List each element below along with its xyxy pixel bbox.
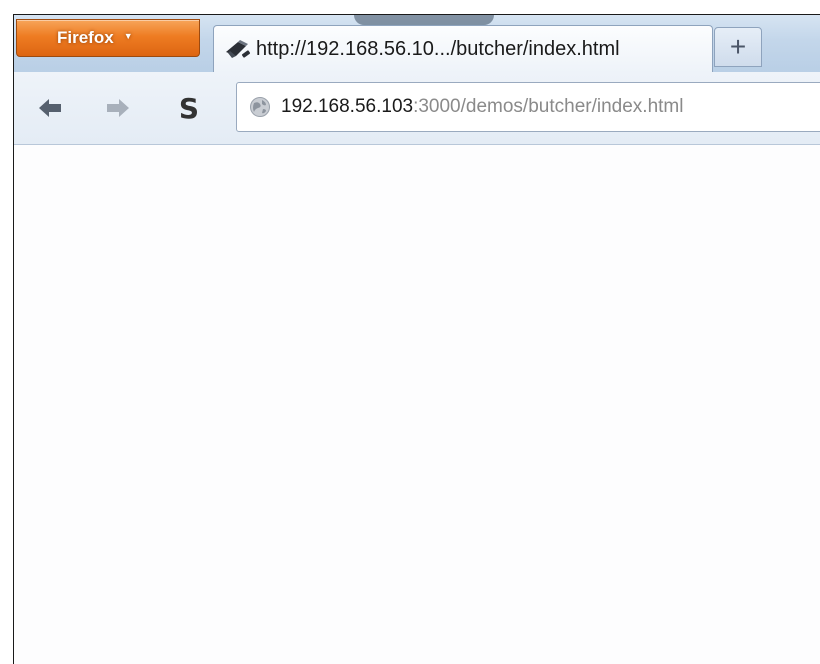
chevron-down-icon: ▼ <box>123 31 133 41</box>
back-button[interactable] <box>32 92 68 124</box>
url-path: :3000/demos/butcher/index.html <box>413 96 684 117</box>
plus-icon: + <box>729 31 747 62</box>
tab-active[interactable]: http://192.168.56.10.../butcher/index.ht… <box>213 25 713 73</box>
page-content[interactable] <box>14 145 820 664</box>
globe-icon <box>250 97 270 117</box>
tab-strip: Firefox ▼ http://192.168.56.10.../butche… <box>14 15 820 73</box>
forward-arrow-icon <box>107 99 129 117</box>
url-bar[interactable]: 192.168.56.103:3000/demos/butcher/index.… <box>236 82 820 132</box>
tab-title: http://192.168.56.10.../butcher/index.ht… <box>256 38 620 60</box>
forward-button[interactable] <box>100 92 136 124</box>
back-arrow-icon <box>39 99 61 117</box>
new-tab-button[interactable]: + <box>714 27 762 67</box>
navigation-toolbar: S 192.168.56.103:3000/demos/butcher/inde… <box>14 72 820 145</box>
titlebar-shadow <box>354 15 494 25</box>
browser-window: Firefox ▼ http://192.168.56.10.../butche… <box>13 14 820 664</box>
url-host: 192.168.56.103 <box>281 96 414 117</box>
s-toolbar-button[interactable]: S <box>171 91 207 125</box>
butcher-cleaver-icon <box>224 36 252 64</box>
firefox-menu-button[interactable]: Firefox ▼ <box>16 19 200 57</box>
s-button-label: S <box>178 91 200 125</box>
firefox-menu-label: Firefox <box>57 28 114 47</box>
